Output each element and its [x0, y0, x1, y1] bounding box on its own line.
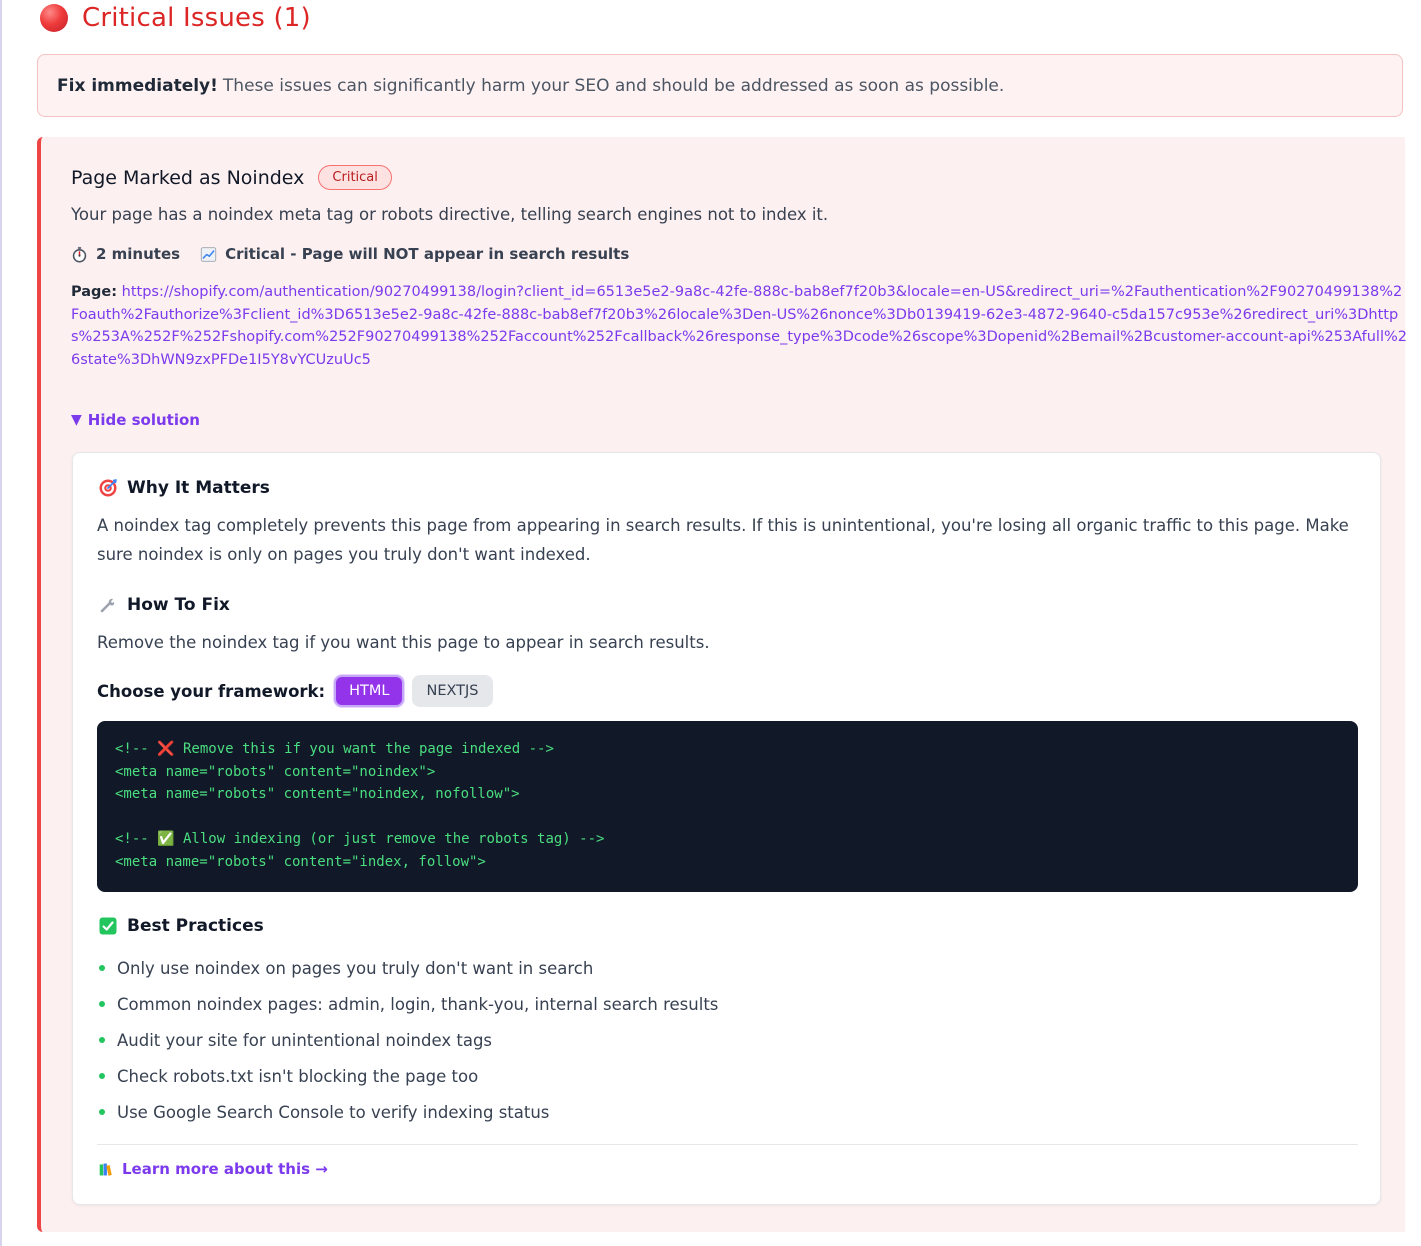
code-line: <meta name="robots" content="noindex">	[115, 763, 436, 780]
check-mark-button-icon	[99, 917, 117, 935]
code-line: <meta name="robots" content="index, foll…	[115, 853, 486, 870]
best-practices-title: Best Practices	[127, 916, 264, 936]
alert-bold: Fix immediately!	[57, 75, 218, 96]
impact: Critical - Page will NOT appear in searc…	[200, 245, 629, 263]
divider	[97, 1144, 1358, 1145]
target-icon	[99, 479, 117, 497]
page-label: Page:	[71, 284, 118, 300]
alert-text: These issues can significantly harm your…	[222, 75, 1005, 96]
section-title: Critical Issues (1)	[82, 3, 311, 33]
wrench-icon	[100, 598, 115, 613]
framework-selector: Choose your framework: HTML NEXTJS	[97, 675, 501, 707]
bullet-icon	[99, 1073, 105, 1079]
list-item: Audit your site for unintentional noinde…	[97, 1022, 718, 1058]
code-line: <!-- ❌ Remove this if you want the page …	[115, 741, 554, 757]
alert-banner: Fix immediately! These issues can signif…	[37, 54, 1403, 117]
solution-panel: Why It Matters A noindex tag completely …	[72, 452, 1381, 1205]
stopwatch-icon	[72, 246, 87, 262]
list-item: Check robots.txt isn't blocking the page…	[97, 1058, 718, 1094]
section-header: Critical Issues (1)	[40, 0, 311, 36]
bullet-icon	[99, 965, 105, 971]
code-block: <!-- ❌ Remove this if you want the page …	[97, 721, 1358, 892]
framework-label: Choose your framework:	[97, 681, 326, 701]
books-icon	[99, 1163, 112, 1176]
best-practices-heading: Best Practices	[98, 916, 264, 936]
why-text: A noindex tag completely prevents this p…	[97, 516, 1349, 564]
bullet-icon	[99, 1001, 105, 1007]
list-item: Use Google Search Console to verify inde…	[97, 1094, 718, 1130]
toggle-label: Hide solution	[87, 411, 200, 429]
page-url-link[interactable]: https://shopify.com/authentication/90270…	[71, 284, 1407, 368]
list-item: Common noindex pages: admin, login, than…	[97, 986, 718, 1022]
how-text: Remove the noindex tag if you want this …	[97, 633, 710, 652]
best-practices-list: Only use noindex on pages you truly don'…	[97, 950, 718, 1130]
issue-title: Page Marked as Noindex	[71, 166, 305, 189]
learn-more-link[interactable]: Learn more about this →	[98, 1160, 328, 1178]
why-heading: Why It Matters	[98, 478, 270, 498]
framework-nextjs-button[interactable]: NEXTJS	[412, 675, 493, 707]
code-line: <meta name="robots" content="noindex, no…	[115, 786, 520, 803]
code-line: <!-- ✅ Allow indexing (or just remove th…	[115, 831, 605, 848]
bullet-icon	[99, 1109, 105, 1115]
issue-description: Your page has a noindex meta tag or robo…	[71, 205, 829, 224]
how-title: How To Fix	[127, 595, 230, 615]
time-text: 2 minutes	[96, 245, 181, 263]
learn-more-text: Learn more about this →	[122, 1160, 328, 1178]
hide-solution-toggle[interactable]: ▼ Hide solution	[71, 411, 200, 429]
list-item-text: Use Google Search Console to verify inde…	[117, 1102, 550, 1122]
list-item-text: Only use noindex on pages you truly don'…	[117, 958, 594, 978]
list-item: Only use noindex on pages you truly don'…	[97, 950, 718, 986]
issue-card: Page Marked as Noindex Critical Your pag…	[37, 137, 1407, 1232]
bullet-icon	[99, 1037, 105, 1043]
chart-increasing-icon	[200, 246, 217, 262]
list-item-text: Check robots.txt isn't blocking the page…	[117, 1066, 479, 1086]
list-item-text: Common noindex pages: admin, login, than…	[117, 994, 719, 1014]
time-estimate: 2 minutes	[71, 245, 180, 263]
severity-badge: Critical	[318, 165, 392, 190]
issue-meta: 2 minutes Critical - Page will NOT appea…	[71, 245, 649, 263]
red-circle-icon	[40, 4, 68, 32]
issue-header: Page Marked as Noindex Critical	[71, 165, 392, 190]
framework-html-button[interactable]: HTML	[334, 675, 405, 707]
list-item-text: Audit your site for unintentional noinde…	[117, 1030, 493, 1050]
left-rail	[0, 0, 2, 1246]
impact-text: Critical - Page will NOT appear in searc…	[225, 245, 630, 263]
page-url-row: Page: https://shopify.com/authentication…	[71, 281, 1409, 371]
why-title: Why It Matters	[127, 478, 270, 498]
triangle-down-icon: ▼	[71, 412, 82, 428]
how-heading: How To Fix	[98, 595, 230, 615]
